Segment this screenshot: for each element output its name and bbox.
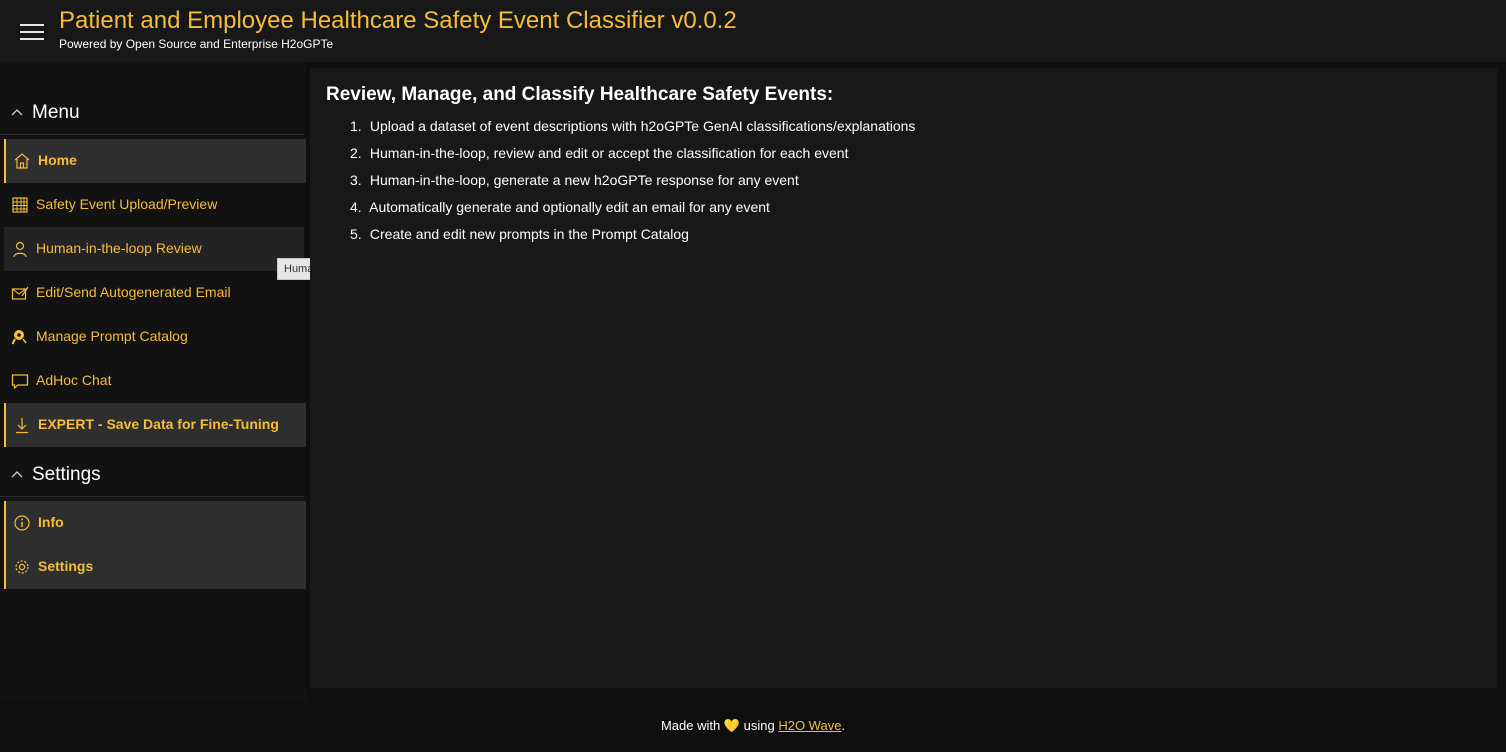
menu-section-header[interactable]: Menu [0,92,304,135]
list-item: 5. Create and edit new prompts in the Pr… [350,225,915,252]
search-key-icon [11,330,27,345]
sidebar-item-label: Human-in-the-loop Review [36,240,202,256]
heart-icon: 💛 [723,718,740,733]
main-content-card: Review, Manage, and Classify Healthcare … [310,68,1497,688]
sidebar-item-label: Manage Prompt Catalog [36,328,188,344]
home-icon [14,153,30,169]
footer-suffix: . [841,718,846,733]
list-item: 2. Human-in-the-loop, review and edit or… [350,144,915,171]
list-item: 1. Upload a dataset of event description… [350,117,915,144]
sidebar: Menu Home Safety Event Upload/Preview Hu… [0,62,306,702]
app-subtitle: Powered by Open Source and Enterprise H2… [59,37,334,51]
step-text: Human-in-the-loop, generate a new h2oGPT… [369,172,799,188]
footer-middle: using [743,718,775,733]
step-text: Human-in-the-loop, review and edit or ac… [369,145,849,161]
sidebar-item-email[interactable]: Edit/Send Autogenerated Email [4,271,304,315]
gear-icon [15,560,29,574]
download-icon [16,418,28,434]
chat-icon [11,374,29,390]
person-icon [13,241,27,258]
sidebar-item-label: Safety Event Upload/Preview [36,196,218,212]
list-item: 4. Automatically generate and optionally… [350,198,915,225]
sidebar-item-info[interactable]: Info [4,501,306,545]
step-number: 5. [350,226,362,242]
sidebar-item-prompt-catalog[interactable]: Manage Prompt Catalog [4,315,304,359]
sidebar-item-label: EXPERT - Save Data for Fine-Tuning [38,416,279,432]
sidebar-item-safety-event-upload[interactable]: Safety Event Upload/Preview [4,183,304,227]
app-header: Patient and Employee Healthcare Safety E… [0,0,1506,62]
step-text: Create and edit new prompts in the Promp… [369,226,689,242]
sidebar-item-label: AdHoc Chat [36,372,112,388]
sidebar-item-label: Info [38,514,64,530]
steps-list: 1. Upload a dataset of event description… [350,117,915,252]
sidebar-item-label: Settings [38,558,94,574]
settings-section-header[interactable]: Settings [0,454,304,497]
sidebar-item-home[interactable]: Home [4,139,306,183]
info-icon [14,515,30,531]
settings-section-label: Settings [32,464,101,485]
step-text: Automatically generate and optionally ed… [369,199,770,215]
sidebar-item-expert-save[interactable]: EXPERT - Save Data for Fine-Tuning [4,403,306,447]
sidebar-item-label: Edit/Send Autogenerated Email [36,284,231,300]
page-title: Review, Manage, and Classify Healthcare … [326,84,834,105]
list-item: 3. Human-in-the-loop, generate a new h2o… [350,171,915,198]
app-title: Patient and Employee Healthcare Safety E… [59,7,737,34]
step-number: 3. [350,172,362,188]
sidebar-item-adhoc-chat[interactable]: AdHoc Chat [4,359,304,403]
footer-prefix: Made with [660,718,721,733]
step-number: 2. [350,145,362,161]
menu-section-label: Menu [32,102,80,123]
sidebar-item-settings[interactable]: Settings [4,545,306,589]
chevron-up-icon [11,109,23,116]
step-number: 4. [350,199,362,215]
mail-edit-icon [11,286,29,300]
sidebar-item-label: Home [38,152,77,168]
step-text: Upload a dataset of event descriptions w… [369,118,916,134]
hamburger-menu-icon[interactable] [20,24,44,42]
sidebar-item-human-review[interactable]: Human-in-the-loop Review [4,227,304,271]
step-number: 1. [350,118,362,134]
footer: Made with 💛 using H2O Wave. [0,718,1506,734]
chevron-up-icon [11,471,23,478]
table-grid-icon [12,197,28,213]
h2o-wave-link[interactable]: H2O Wave [778,718,841,733]
